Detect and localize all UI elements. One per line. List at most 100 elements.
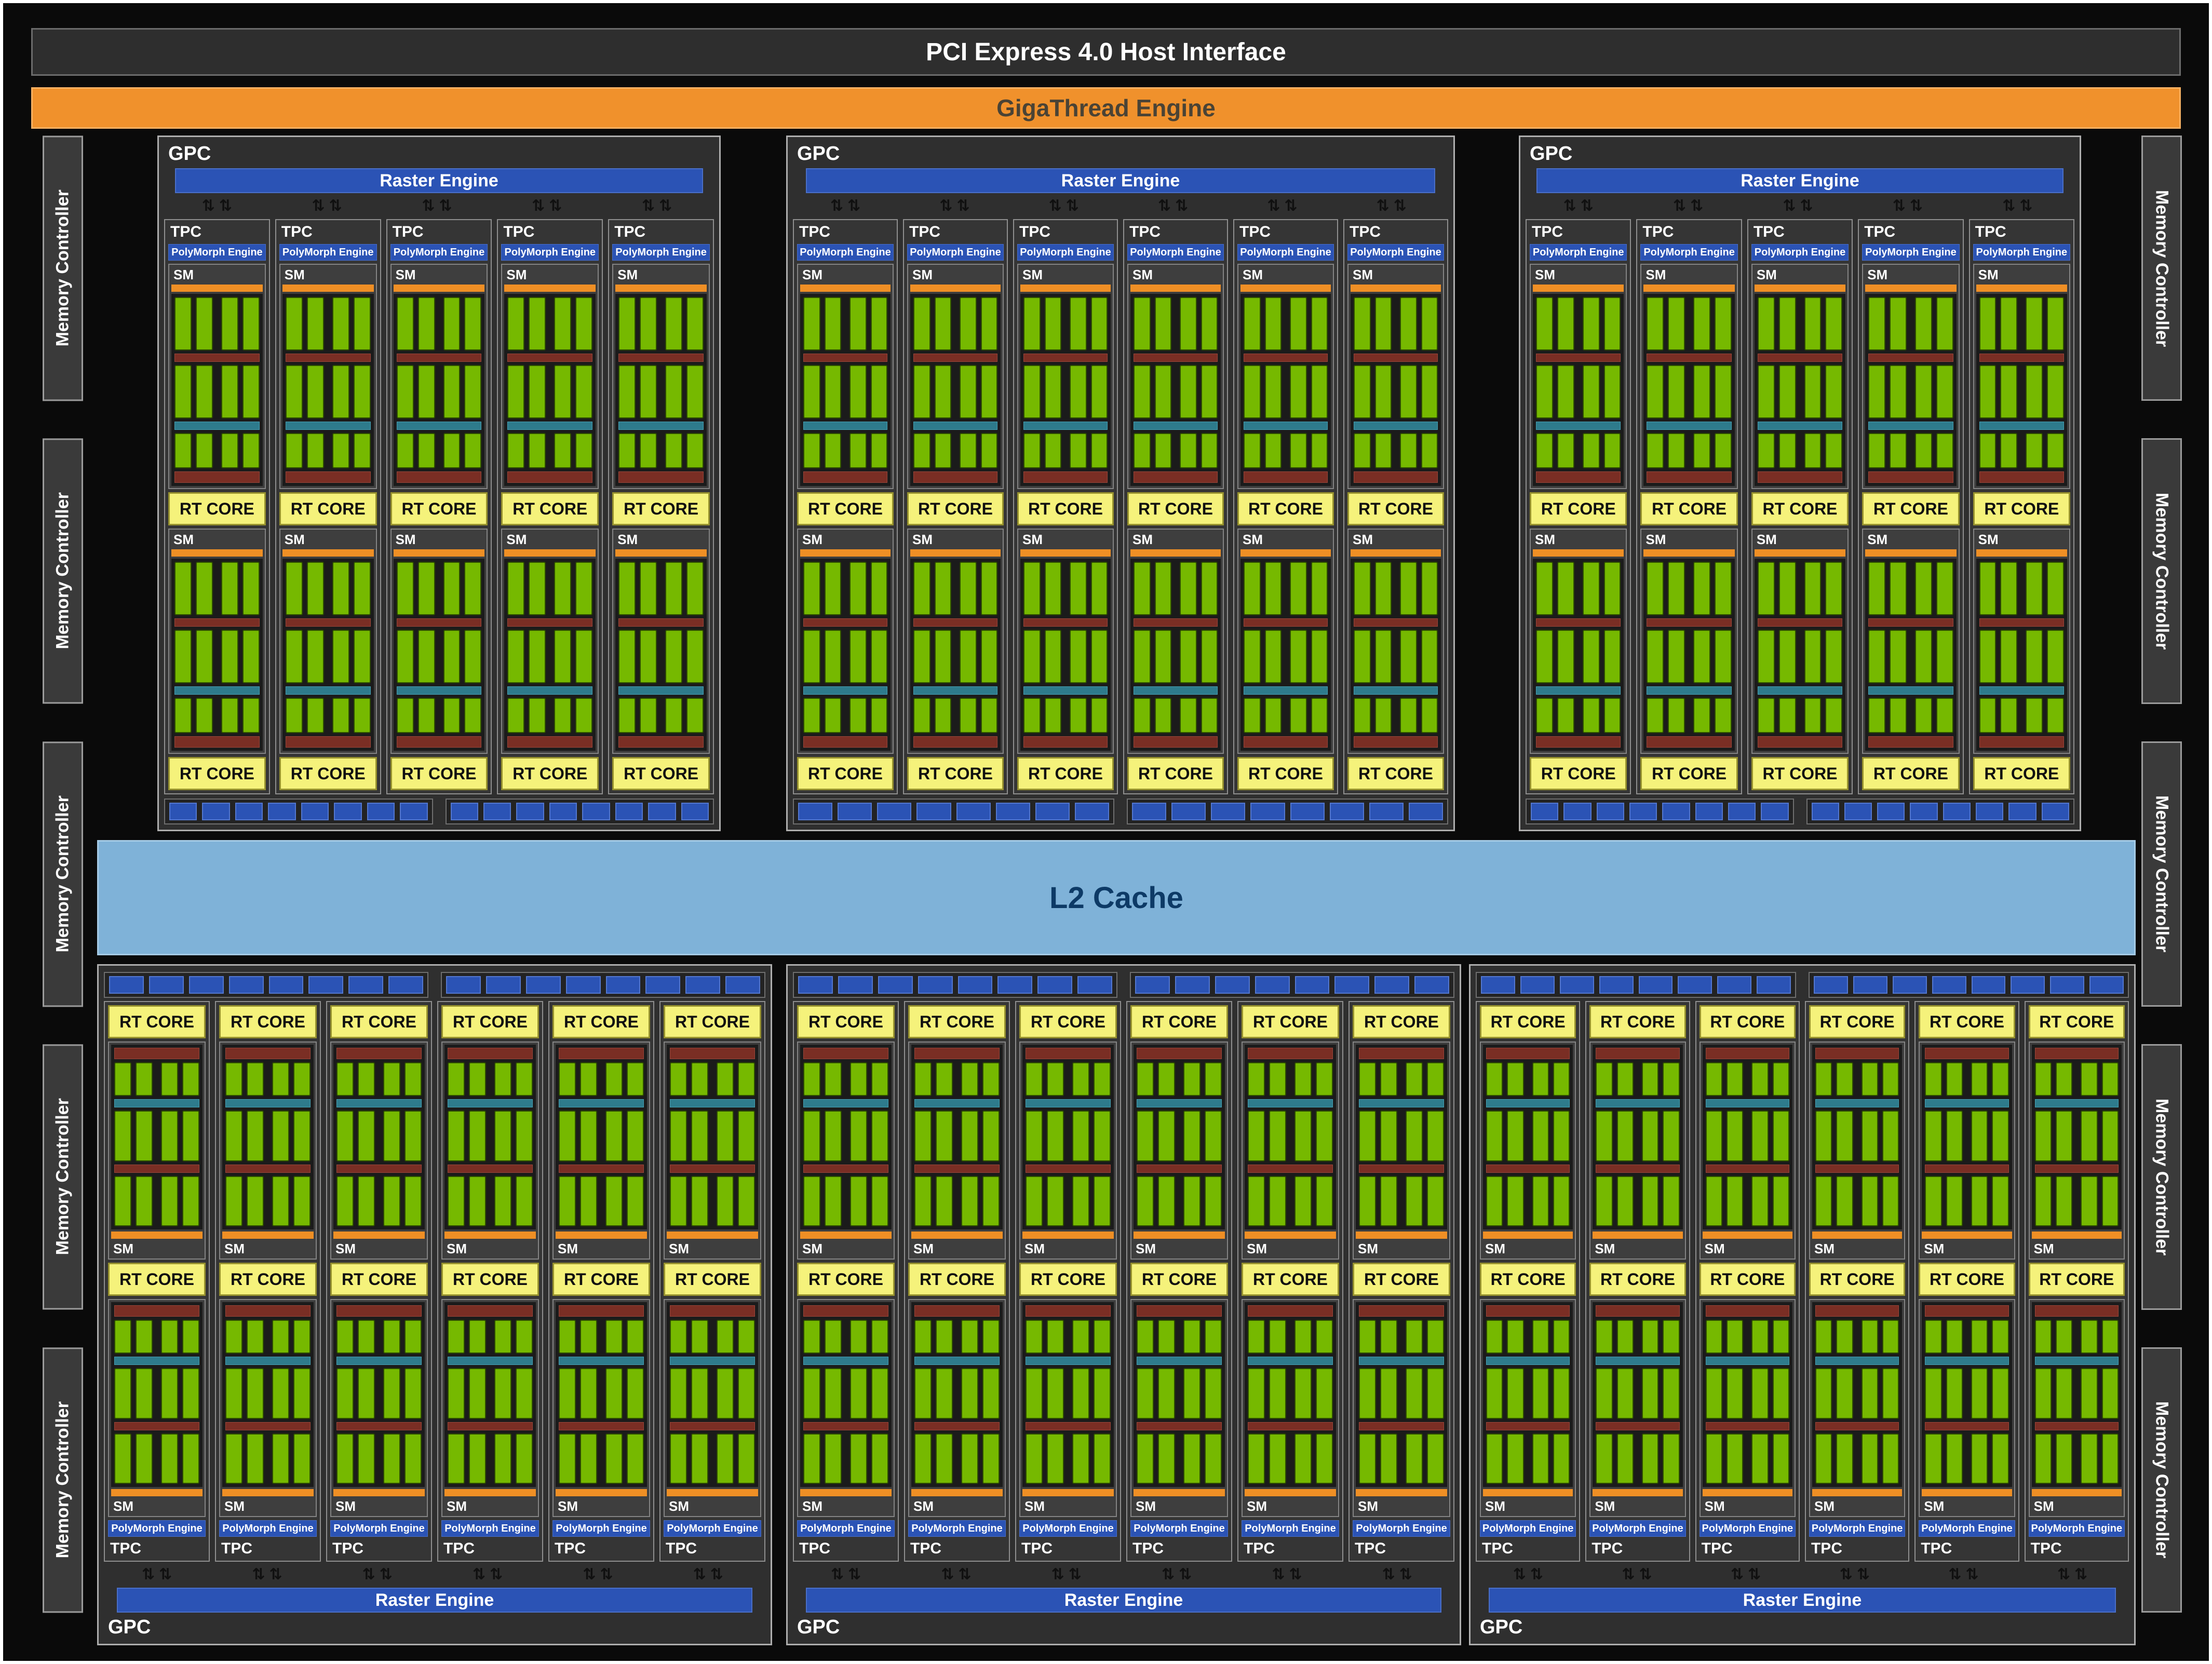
cuda-core-column (1486, 1368, 1503, 1419)
ldst-unit-strip (618, 686, 704, 695)
rop-unit (1211, 803, 1245, 820)
cuda-core-column (803, 1433, 820, 1484)
texture-unit-strip (1706, 1305, 1789, 1317)
tensor-core-strip (1248, 1422, 1333, 1430)
ldst-unit-strip (914, 1357, 1000, 1365)
cuda-core-column (293, 1062, 311, 1096)
rop-unit (1932, 976, 1966, 994)
pcie-host-interface-bar: PCI Express 4.0 Host Interface (31, 28, 2181, 76)
cuda-core-row (1359, 1111, 1444, 1161)
cuda-core-column (1045, 433, 1062, 469)
cuda-core-column (1890, 297, 1907, 350)
rop-unit (400, 803, 427, 820)
cuda-core-group (1486, 1176, 1524, 1227)
cuda-core-column (1400, 630, 1417, 683)
cuda-core-column (1663, 1320, 1679, 1354)
tpc-label: TPC (1130, 1540, 1228, 1558)
cuda-core-group (448, 1320, 486, 1354)
cuda-core-group (1026, 1320, 1064, 1354)
sm-label: SM (1593, 1241, 1682, 1256)
texture-unit-strip (1359, 1048, 1444, 1059)
cuda-core-column (1536, 630, 1553, 683)
ldst-unit-strip (1248, 1357, 1333, 1365)
cuda-core-group (1026, 1368, 1064, 1419)
cuda-core-row (1536, 562, 1621, 615)
cuda-core-column (559, 1176, 576, 1227)
updown-arrows-icon: ⇅⇅ (1911, 1565, 2020, 1585)
cuda-core-group (1815, 1320, 1853, 1354)
cuda-core-column (1773, 1368, 1789, 1419)
cuda-core-group (2081, 1062, 2119, 1096)
sm-block: SM (797, 529, 894, 754)
cuda-core-column (1406, 1433, 1423, 1484)
tensor-core-strip (670, 1422, 755, 1430)
rop-unit (348, 976, 383, 994)
cuda-core-group (559, 1062, 597, 1096)
cuda-core-group (961, 1176, 1000, 1227)
cuda-core-group (1406, 1111, 1444, 1161)
cuda-core-column (825, 433, 842, 469)
cuda-core-column (1070, 698, 1087, 734)
tpc-block: RT CORESMRT CORESMPolyMorph EngineTPC (1585, 1001, 1690, 1562)
cuda-core-column (507, 562, 524, 615)
cuda-core-column (404, 1320, 422, 1354)
cuda-core-group (1583, 297, 1621, 350)
cuda-core-column (935, 365, 952, 418)
cuda-core-column (935, 562, 952, 615)
tensor-core-strip (2035, 1422, 2119, 1430)
ldst-unit-strip (803, 422, 887, 430)
cuda-core-group (1706, 1111, 1744, 1161)
cuda-core-row (1596, 1176, 1679, 1227)
rt-core-block: RT CORE (330, 1005, 428, 1038)
cuda-core-column (114, 1433, 131, 1484)
updown-arrows-icon: ⇅⇅ (1693, 1565, 1802, 1585)
rt-core-block: RT CORE (1640, 757, 1737, 790)
sm-core-area (444, 1045, 536, 1229)
cuda-core-row (507, 562, 592, 615)
sm-core-area (1533, 294, 1624, 486)
ldst-unit-strip (397, 422, 482, 430)
cuda-core-row (618, 365, 704, 418)
cuda-core-row (507, 297, 592, 350)
rop-unit (878, 976, 913, 994)
cuda-core-group (1248, 1176, 1286, 1227)
cuda-core-row (914, 1433, 1000, 1484)
cuda-core-column (507, 433, 524, 469)
warp-scheduler-bar (1134, 1232, 1225, 1239)
cuda-core-group (559, 1368, 597, 1419)
cuda-core-column (221, 562, 238, 615)
cuda-core-column (1946, 1433, 1963, 1484)
cuda-core-group (336, 1433, 375, 1484)
cuda-core-column (1406, 1176, 1423, 1227)
cuda-core-column (738, 1433, 755, 1484)
tensor-core-strip (914, 1422, 1000, 1430)
cuda-core-column (529, 297, 546, 350)
sm-core-area (667, 1302, 758, 1487)
sm-label: SM (1134, 1498, 1225, 1514)
polymorph-engine-bar: PolyMorph Engine (2029, 1520, 2125, 1537)
cuda-core-column (336, 1368, 354, 1419)
cuda-core-column (1815, 1433, 1832, 1484)
cuda-core-group (448, 1433, 486, 1484)
cuda-core-column (1979, 297, 1997, 350)
warp-scheduler-bar (444, 1232, 536, 1239)
cuda-core-row (1815, 1062, 1899, 1096)
cuda-core-column (1290, 433, 1307, 469)
cuda-core-group (448, 1062, 486, 1096)
tensor-core-strip (1244, 618, 1328, 627)
cuda-core-column (2026, 562, 2043, 615)
warp-scheduler-bar (1643, 549, 1734, 557)
texture-unit-strip (1137, 1048, 1222, 1059)
cuda-core-column (1094, 1433, 1111, 1484)
cuda-core-group (1971, 1320, 2009, 1354)
cuda-core-row (803, 562, 887, 615)
cuda-core-group (913, 365, 951, 418)
cuda-core-group (225, 1320, 264, 1354)
polymorph-engine-bar: PolyMorph Engine (552, 1520, 650, 1537)
cuda-core-group (1290, 365, 1328, 418)
rop-unit (2008, 803, 2036, 820)
cuda-core-column (196, 562, 213, 615)
sm-label: SM (800, 532, 891, 547)
sm-core-area (1351, 294, 1441, 486)
cuda-core-column (627, 1368, 644, 1419)
